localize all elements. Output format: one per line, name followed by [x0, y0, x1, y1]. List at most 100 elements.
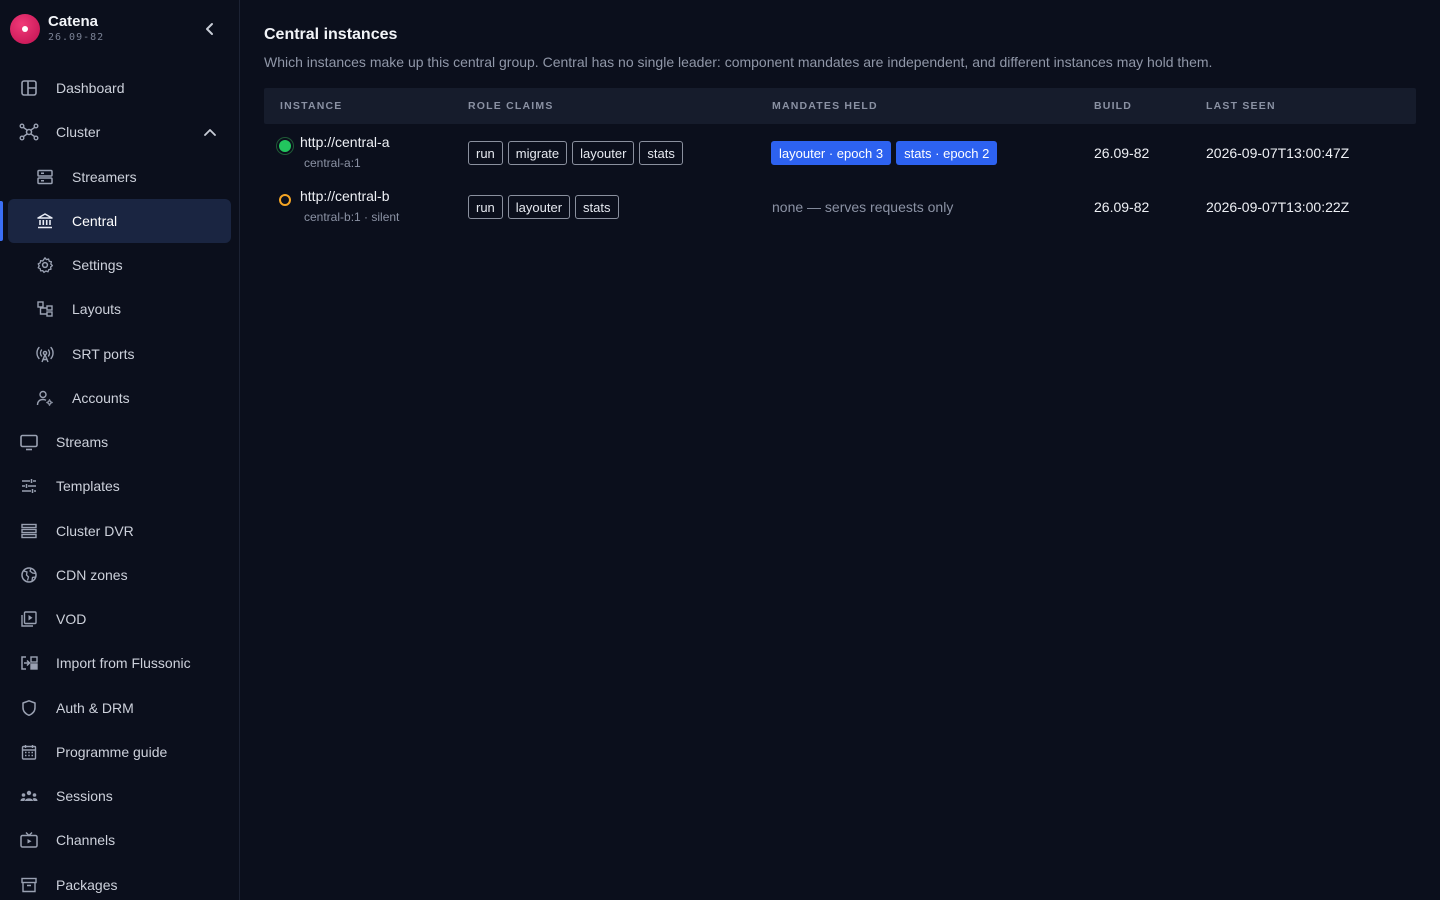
central-instances-table: Instance Role claims Mandates held Build…: [264, 88, 1416, 238]
role-chip: run: [468, 141, 503, 165]
role-chip: migrate: [507, 141, 568, 165]
calendar-icon: [19, 742, 39, 762]
role-claims: run layouter stats: [468, 195, 619, 219]
server-icon: [35, 167, 55, 187]
sidebar-item-label: VOD: [56, 611, 87, 627]
table-header: Instance Role claims Mandates held Build…: [264, 88, 1416, 124]
sidebar-item-settings[interactable]: Settings: [8, 243, 231, 287]
role-chip: run: [468, 195, 503, 219]
column-header-mandates-held: Mandates held: [772, 100, 878, 112]
instance-subtitle: central-b:1 · silent: [304, 210, 400, 224]
build-value: 26.09-82: [1094, 145, 1150, 161]
mandate-badge: stats · epoch 2: [896, 141, 998, 165]
sidebar-item-templates[interactable]: Templates: [8, 464, 231, 508]
sidebar-item-label: Auth & DRM: [56, 700, 134, 716]
sidebar-item-label: Streams: [56, 434, 109, 450]
mandates-none-text: none — serves requests only: [772, 199, 954, 215]
sidebar-item-label: Templates: [56, 478, 120, 494]
sidebar-item-srt-ports[interactable]: SRT ports: [8, 332, 231, 376]
active-indicator: [0, 201, 3, 241]
collapse-sidebar-button[interactable]: [200, 17, 220, 41]
mandates-held: layouter · epoch 3 stats · epoch 2: [771, 141, 998, 165]
sidebar-item-streams[interactable]: Streams: [8, 420, 231, 464]
import-icon: [19, 653, 39, 673]
sliders-icon: [19, 476, 39, 496]
video-library-icon: [19, 609, 39, 629]
build-value: 26.09-82: [1094, 199, 1150, 215]
sidebar-item-central[interactable]: Central: [0, 199, 231, 243]
table-row: http://central-a central-a:1 run migrate…: [264, 130, 1416, 184]
sidebar-item-label: Programme guide: [56, 744, 168, 760]
sidebar-item-label: Layouts: [72, 301, 122, 317]
sidebar-item-sessions[interactable]: Sessions: [8, 774, 231, 818]
column-header-instance: Instance: [280, 100, 343, 112]
archive-icon: [19, 875, 39, 895]
sidebar-item-label: Channels: [56, 832, 116, 848]
instance-url: http://central-b: [300, 188, 390, 204]
page-description: Which instances make up this central gro…: [264, 54, 1213, 70]
monitor-icon: [19, 432, 39, 452]
stack-icon: [19, 521, 39, 541]
sidebar-item-label: Sessions: [56, 788, 113, 804]
sidebar-item-vod[interactable]: VOD: [8, 597, 231, 641]
sidebar-item-programme-guide[interactable]: Programme guide: [8, 730, 231, 774]
sidebar-item-label: SRT ports: [72, 346, 135, 362]
page-title: Central instances: [264, 26, 398, 43]
instance-url: http://central-a: [300, 134, 390, 150]
dashboard-icon: [19, 78, 39, 98]
sidebar-item-label: CDN zones: [56, 567, 128, 583]
sidebar-item-auth-drm[interactable]: Auth & DRM: [8, 686, 231, 730]
sidebar-item-cdn-zones[interactable]: CDN zones: [8, 553, 231, 597]
sidebar-item-packages[interactable]: Packages: [8, 863, 231, 900]
antenna-icon: [35, 344, 55, 364]
sidebar-item-label: Settings: [72, 257, 123, 273]
sidebar-item-label: Central: [72, 213, 118, 229]
chevron-left-icon: [206, 23, 213, 35]
sidebar-item-label: Import from Flussonic: [56, 655, 191, 671]
gear-icon: [35, 255, 55, 275]
chevron-up-icon: [201, 122, 219, 142]
column-header-build: Build: [1094, 100, 1133, 112]
last-seen-value: 2026-09-07T13:00:47Z: [1206, 145, 1350, 161]
role-chip: layouter: [572, 141, 635, 165]
user-gear-icon: [35, 388, 55, 408]
sidebar-item-import-flussonic[interactable]: Import from Flussonic: [8, 641, 231, 685]
brand: Catena 26.09-82: [10, 13, 230, 45]
globe-icon: [19, 565, 39, 585]
table-row: http://central-b central-b:1 · silent ru…: [264, 184, 1416, 238]
sidebar-item-label: Dashboard: [56, 80, 125, 96]
shield-icon: [19, 698, 39, 718]
cluster-icon: [19, 122, 39, 142]
role-claims: run migrate layouter stats: [468, 141, 683, 165]
tv-icon: [19, 830, 39, 850]
sidebar-item-streamers[interactable]: Streamers: [8, 155, 231, 199]
sidebar-item-accounts[interactable]: Accounts: [8, 376, 231, 420]
last-seen-value: 2026-09-07T13:00:22Z: [1206, 199, 1350, 215]
column-header-role-claims: Role claims: [468, 100, 554, 112]
role-chip: stats: [639, 141, 683, 165]
instance-subtitle: central-a:1: [304, 156, 361, 170]
sidebar-item-cluster[interactable]: Cluster: [8, 110, 231, 154]
bank-icon: [35, 211, 55, 231]
sidebar-item-label: Cluster DVR: [56, 523, 134, 539]
sidebar-item-dashboard[interactable]: Dashboard: [8, 66, 231, 110]
layout-tree-icon: [35, 299, 55, 319]
app-version: 26.09-82: [48, 32, 105, 43]
sidebar: Catena 26.09-82 Dashboard Cluster Stream…: [0, 0, 240, 900]
column-header-last-seen: Last seen: [1206, 100, 1276, 112]
users-icon: [19, 786, 39, 806]
status-online-icon: [279, 140, 291, 152]
sidebar-item-label: Packages: [56, 877, 118, 893]
status-silent-icon: [279, 194, 291, 206]
sidebar-item-layouts[interactable]: Layouts: [8, 287, 231, 331]
mandate-badge: layouter · epoch 3: [771, 141, 892, 165]
catena-logo-icon: [10, 14, 40, 44]
sidebar-item-channels[interactable]: Channels: [8, 818, 231, 862]
app-name: Catena: [48, 13, 99, 30]
sidebar-item-label: Streamers: [72, 169, 137, 185]
sidebar-item-label: Cluster: [56, 124, 101, 140]
role-chip: layouter: [507, 195, 571, 219]
role-chip: stats: [575, 195, 619, 219]
sidebar-item-label: Accounts: [72, 390, 130, 406]
sidebar-item-cluster-dvr[interactable]: Cluster DVR: [8, 509, 231, 553]
